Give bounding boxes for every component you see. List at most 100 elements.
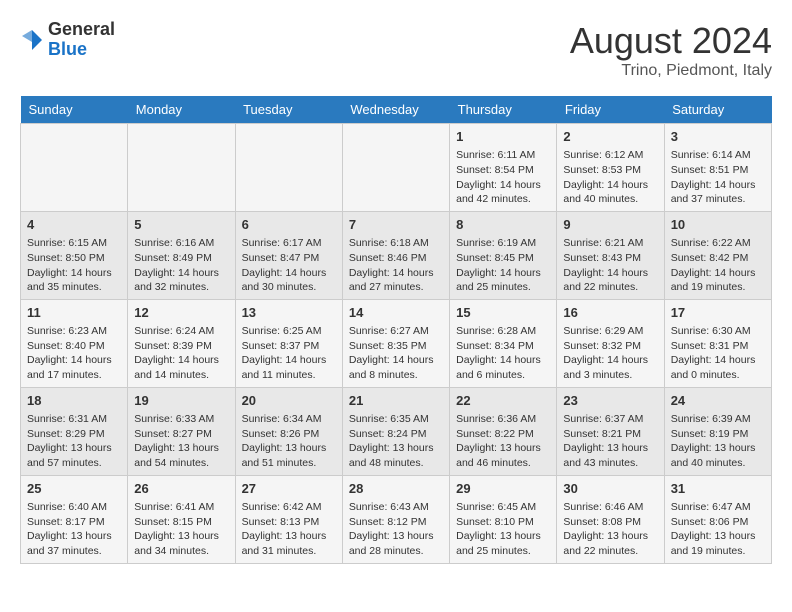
calendar-cell: 19Sunrise: 6:33 AM Sunset: 8:27 PM Dayli… [128, 387, 235, 475]
calendar-table: SundayMondayTuesdayWednesdayThursdayFrid… [20, 96, 772, 564]
logo-icon [20, 28, 44, 52]
day-number: 10 [671, 216, 765, 234]
day-number: 31 [671, 480, 765, 498]
week-row-4: 18 Sunrise: 6:31 AM Sunset: 8:29 PM Dayli… [21, 387, 772, 475]
calendar-cell [21, 124, 128, 212]
calendar-cell: 6 Sunrise: 6:17 AM Sunset: 8:47 PM Daylig… [235, 211, 342, 299]
day-number: 6 [242, 216, 336, 234]
header-day-sunday: Sunday [21, 96, 128, 124]
calendar-cell: 14Sunrise: 6:27 AM Sunset: 8:35 PM Dayli… [342, 299, 449, 387]
day-number: 7 [349, 216, 443, 234]
day-info: Sunrise: 6:41 AM Sunset: 8:15 PM Dayligh… [134, 500, 228, 559]
week-row-1: 1Sunrise: 6:11 AM Sunset: 8:54 PM Daylig… [21, 124, 772, 212]
calendar-cell: 17 Sunrise: 6:30 AM Sunset: 8:31 PM Dayli… [664, 299, 771, 387]
day-number: 12 [134, 304, 228, 322]
day-info: Sunrise: 6:33 AM Sunset: 8:27 PM Dayligh… [134, 412, 228, 471]
day-number: 27 [242, 480, 336, 498]
calendar-cell: 8Sunrise: 6:19 AM Sunset: 8:45 PM Daylig… [450, 211, 557, 299]
calendar-cell: 10 Sunrise: 6:22 AM Sunset: 8:42 PM Dayli… [664, 211, 771, 299]
day-info: Sunrise: 6:18 AM Sunset: 8:46 PM Dayligh… [349, 236, 443, 295]
day-info: Sunrise: 6:21 AM Sunset: 8:43 PM Dayligh… [563, 236, 657, 295]
day-info: Sunrise: 6:40 AM Sunset: 8:17 PM Dayligh… [27, 500, 121, 559]
header-day-friday: Friday [557, 96, 664, 124]
calendar-cell [235, 124, 342, 212]
calendar-cell: 13Sunrise: 6:25 AM Sunset: 8:37 PM Dayli… [235, 299, 342, 387]
calendar-body: 1Sunrise: 6:11 AM Sunset: 8:54 PM Daylig… [21, 124, 772, 564]
calendar-cell: 31Sunrise: 6:47 AM Sunset: 8:06 PM Dayli… [664, 475, 771, 563]
header-day-wednesday: Wednesday [342, 96, 449, 124]
week-row-2: 4Sunrise: 6:15 AM Sunset: 8:50 PM Daylig… [21, 211, 772, 299]
calendar-cell: 16 Sunrise: 6:29 AM Sunset: 8:32 PM Dayli… [557, 299, 664, 387]
day-info: Sunrise: 6:39 AM Sunset: 8:19 PM Dayligh… [671, 412, 765, 471]
header-day-saturday: Saturday [664, 96, 771, 124]
calendar-cell: 3 Sunrise: 6:14 AM Sunset: 8:51 PM Daylig… [664, 124, 771, 212]
day-info: Sunrise: 6:37 AM Sunset: 8:21 PM Dayligh… [563, 412, 657, 471]
calendar-cell: 29 Sunrise: 6:45 AM Sunset: 8:10 PM Dayli… [450, 475, 557, 563]
day-number: 3 [671, 128, 765, 146]
day-number: 11 [27, 304, 121, 322]
day-info: Sunrise: 6:17 AM Sunset: 8:47 PM Dayligh… [242, 236, 336, 295]
header-row: SundayMondayTuesdayWednesdayThursdayFrid… [21, 96, 772, 124]
week-row-5: 25 Sunrise: 6:40 AM Sunset: 8:17 PM Dayli… [21, 475, 772, 563]
header-day-thursday: Thursday [450, 96, 557, 124]
day-info: Sunrise: 6:35 AM Sunset: 8:24 PM Dayligh… [349, 412, 443, 471]
calendar-cell: 28Sunrise: 6:43 AM Sunset: 8:12 PM Dayli… [342, 475, 449, 563]
calendar-cell: 4Sunrise: 6:15 AM Sunset: 8:50 PM Daylig… [21, 211, 128, 299]
day-info: Sunrise: 6:31 AM Sunset: 8:29 PM Dayligh… [27, 412, 121, 471]
calendar-cell: 23 Sunrise: 6:37 AM Sunset: 8:21 PM Dayli… [557, 387, 664, 475]
day-number: 2 [563, 128, 657, 146]
day-number: 25 [27, 480, 121, 498]
day-info: Sunrise: 6:34 AM Sunset: 8:26 PM Dayligh… [242, 412, 336, 471]
calendar-cell [128, 124, 235, 212]
location: Trino, Piedmont, Italy [570, 62, 772, 80]
day-number: 20 [242, 392, 336, 410]
logo: General Blue [20, 20, 115, 60]
calendar-cell: 24 Sunrise: 6:39 AM Sunset: 8:19 PM Dayli… [664, 387, 771, 475]
day-info: Sunrise: 6:19 AM Sunset: 8:45 PM Dayligh… [456, 236, 550, 295]
calendar-cell: 18 Sunrise: 6:31 AM Sunset: 8:29 PM Dayli… [21, 387, 128, 475]
calendar-cell: 20 Sunrise: 6:34 AM Sunset: 8:26 PM Dayli… [235, 387, 342, 475]
day-info: Sunrise: 6:12 AM Sunset: 8:53 PM Dayligh… [563, 148, 657, 207]
day-info: Sunrise: 6:43 AM Sunset: 8:12 PM Dayligh… [349, 500, 443, 559]
day-number: 24 [671, 392, 765, 410]
day-number: 23 [563, 392, 657, 410]
header-day-monday: Monday [128, 96, 235, 124]
page-header: General Blue August 2024 Trino, Piedmont… [20, 20, 772, 80]
calendar-cell: 2 Sunrise: 6:12 AM Sunset: 8:53 PM Daylig… [557, 124, 664, 212]
day-number: 17 [671, 304, 765, 322]
calendar-cell: 25 Sunrise: 6:40 AM Sunset: 8:17 PM Dayli… [21, 475, 128, 563]
calendar-cell: 7 Sunrise: 6:18 AM Sunset: 8:46 PM Daylig… [342, 211, 449, 299]
day-number: 21 [349, 392, 443, 410]
day-info: Sunrise: 6:28 AM Sunset: 8:34 PM Dayligh… [456, 324, 550, 383]
day-number: 26 [134, 480, 228, 498]
day-number: 16 [563, 304, 657, 322]
day-number: 5 [134, 216, 228, 234]
logo-blue: Blue [48, 40, 115, 60]
day-info: Sunrise: 6:14 AM Sunset: 8:51 PM Dayligh… [671, 148, 765, 207]
calendar-cell: 9 Sunrise: 6:21 AM Sunset: 8:43 PM Daylig… [557, 211, 664, 299]
day-info: Sunrise: 6:42 AM Sunset: 8:13 PM Dayligh… [242, 500, 336, 559]
day-number: 13 [242, 304, 336, 322]
day-number: 18 [27, 392, 121, 410]
month-year: August 2024 [570, 20, 772, 62]
day-info: Sunrise: 6:36 AM Sunset: 8:22 PM Dayligh… [456, 412, 550, 471]
day-info: Sunrise: 6:29 AM Sunset: 8:32 PM Dayligh… [563, 324, 657, 383]
day-info: Sunrise: 6:11 AM Sunset: 8:54 PM Dayligh… [456, 148, 550, 207]
day-info: Sunrise: 6:22 AM Sunset: 8:42 PM Dayligh… [671, 236, 765, 295]
calendar-cell: 30Sunrise: 6:46 AM Sunset: 8:08 PM Dayli… [557, 475, 664, 563]
day-info: Sunrise: 6:15 AM Sunset: 8:50 PM Dayligh… [27, 236, 121, 295]
calendar-cell: 26 Sunrise: 6:41 AM Sunset: 8:15 PM Dayli… [128, 475, 235, 563]
day-info: Sunrise: 6:45 AM Sunset: 8:10 PM Dayligh… [456, 500, 550, 559]
day-number: 14 [349, 304, 443, 322]
title-block: August 2024 Trino, Piedmont, Italy [570, 20, 772, 80]
calendar-cell: 21 Sunrise: 6:35 AM Sunset: 8:24 PM Dayli… [342, 387, 449, 475]
day-info: Sunrise: 6:30 AM Sunset: 8:31 PM Dayligh… [671, 324, 765, 383]
calendar-cell: 15Sunrise: 6:28 AM Sunset: 8:34 PM Dayli… [450, 299, 557, 387]
day-number: 9 [563, 216, 657, 234]
calendar-cell: 22Sunrise: 6:36 AM Sunset: 8:22 PM Dayli… [450, 387, 557, 475]
calendar-header: SundayMondayTuesdayWednesdayThursdayFrid… [21, 96, 772, 124]
logo-general: General [48, 20, 115, 40]
day-info: Sunrise: 6:46 AM Sunset: 8:08 PM Dayligh… [563, 500, 657, 559]
calendar-cell: 1Sunrise: 6:11 AM Sunset: 8:54 PM Daylig… [450, 124, 557, 212]
day-number: 29 [456, 480, 550, 498]
